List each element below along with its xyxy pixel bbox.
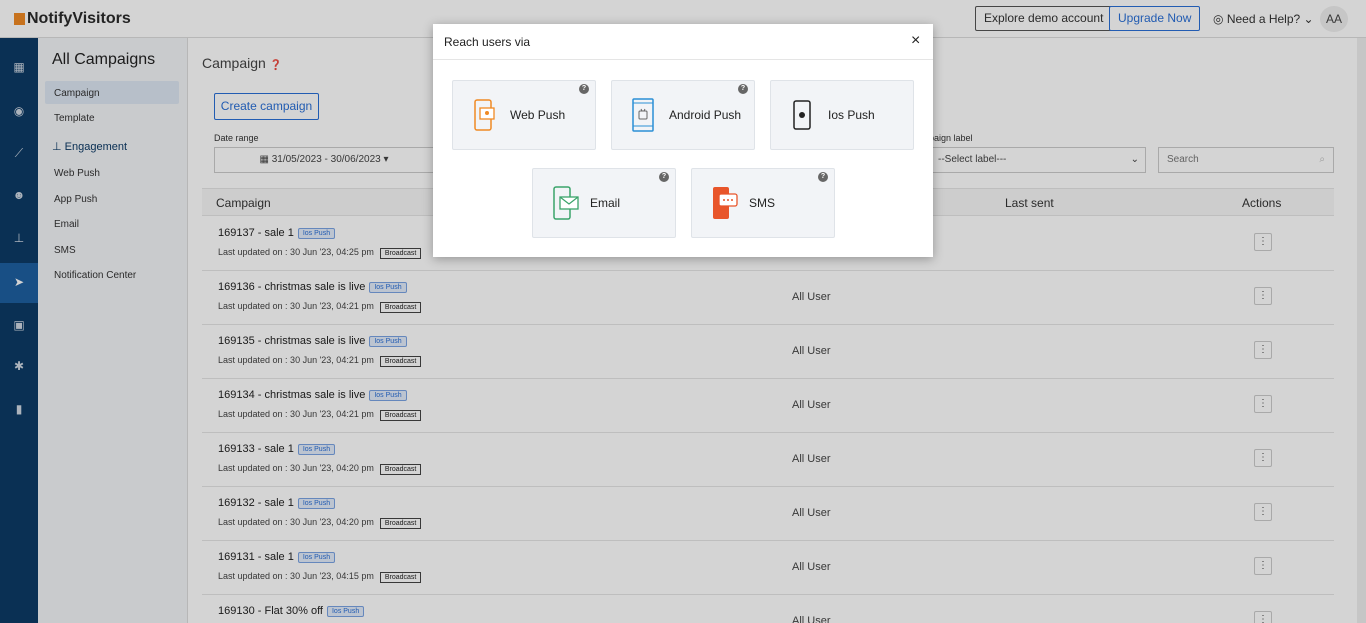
help-icon[interactable]: ? — [818, 172, 828, 182]
help-icon[interactable]: ? — [579, 84, 589, 94]
reach-users-modal: Reach users via × ? Web Push ? Android P… — [433, 24, 933, 257]
android-icon — [632, 98, 654, 132]
option-android-push[interactable]: ? Android Push — [611, 80, 755, 150]
option-web-push[interactable]: ? Web Push — [452, 80, 596, 150]
close-icon[interactable]: × — [911, 32, 920, 50]
help-icon[interactable]: ? — [738, 84, 748, 94]
option-sms[interactable]: ? SMS — [691, 168, 835, 238]
iphone-icon — [793, 100, 811, 130]
email-icon — [553, 186, 579, 220]
web-push-icon — [474, 99, 495, 131]
sms-icon — [713, 187, 738, 219]
help-icon[interactable]: ? — [659, 172, 669, 182]
option-email[interactable]: ? Email — [532, 168, 676, 238]
modal-title: Reach users via — [444, 35, 531, 49]
modal-header: Reach users via × — [433, 24, 933, 60]
option-ios-push[interactable]: Ios Push — [770, 80, 914, 150]
